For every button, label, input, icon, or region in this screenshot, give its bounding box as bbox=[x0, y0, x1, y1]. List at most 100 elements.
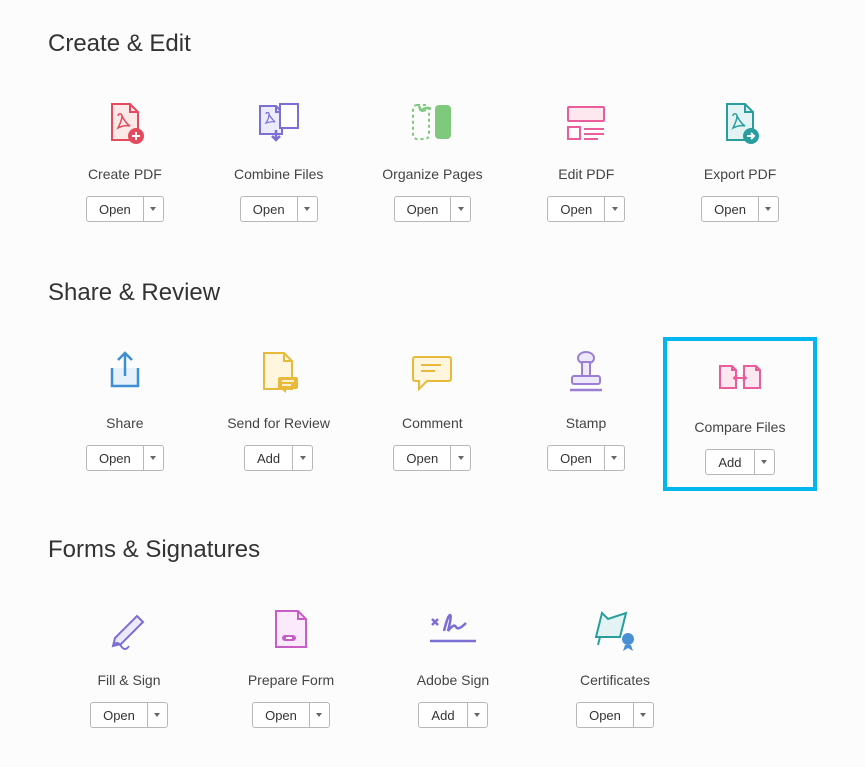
dropdown-button[interactable] bbox=[450, 197, 470, 221]
chevron-down-icon bbox=[304, 207, 310, 211]
tool-split-button: Add bbox=[418, 702, 487, 728]
dropdown-button[interactable] bbox=[450, 446, 470, 470]
dropdown-button[interactable] bbox=[143, 197, 163, 221]
tool-split-button: Open bbox=[90, 702, 168, 728]
dropdown-button[interactable] bbox=[604, 446, 624, 470]
open-button[interactable]: Open bbox=[577, 703, 633, 727]
tool-label: Fill & Sign bbox=[97, 672, 160, 688]
tool-label: Stamp bbox=[566, 415, 606, 431]
tool-split-button: Open bbox=[393, 445, 471, 471]
tool-label: Organize Pages bbox=[382, 166, 482, 182]
dropdown-button[interactable] bbox=[754, 450, 774, 474]
tool-certificates[interactable]: Certificates Open bbox=[534, 594, 696, 740]
chevron-down-icon bbox=[154, 713, 160, 717]
open-button[interactable]: Open bbox=[702, 197, 758, 221]
certificates-icon bbox=[590, 604, 640, 654]
tool-share[interactable]: Share Open bbox=[48, 337, 202, 491]
dropdown-button[interactable] bbox=[633, 703, 653, 727]
open-button[interactable]: Open bbox=[548, 197, 604, 221]
section-share-review: Share & Review Share Open bbox=[48, 279, 817, 491]
add-button[interactable]: Add bbox=[419, 703, 466, 727]
dropdown-button[interactable] bbox=[147, 703, 167, 727]
stamp-icon bbox=[561, 347, 611, 397]
chevron-down-icon bbox=[316, 713, 322, 717]
chevron-down-icon bbox=[300, 456, 306, 460]
tool-stamp[interactable]: Stamp Open bbox=[509, 337, 663, 491]
open-button[interactable]: Open bbox=[87, 446, 143, 470]
add-button[interactable]: Add bbox=[706, 450, 753, 474]
tool-combine-files[interactable]: Combine Files Open bbox=[202, 88, 356, 234]
open-button[interactable]: Open bbox=[394, 446, 450, 470]
share-icon bbox=[100, 347, 150, 397]
section-forms-signatures: Forms & Signatures Fill & Sign Open bbox=[48, 536, 817, 740]
tool-label: Edit PDF bbox=[558, 166, 614, 182]
chevron-down-icon bbox=[474, 713, 480, 717]
tool-send-for-review[interactable]: Send for Review Add bbox=[202, 337, 356, 491]
tool-split-button: Open bbox=[252, 702, 330, 728]
tool-split-button: Open bbox=[86, 445, 164, 471]
chevron-down-icon bbox=[150, 456, 156, 460]
dropdown-button[interactable] bbox=[467, 703, 487, 727]
comment-icon bbox=[407, 347, 457, 397]
section-title: Forms & Signatures bbox=[48, 536, 817, 564]
chevron-down-icon bbox=[640, 713, 646, 717]
organize-pages-icon bbox=[407, 98, 457, 148]
adobe-sign-icon bbox=[428, 604, 478, 654]
open-button[interactable]: Open bbox=[87, 197, 143, 221]
tool-label: Export PDF bbox=[704, 166, 776, 182]
tool-fill-sign[interactable]: Fill & Sign Open bbox=[48, 594, 210, 740]
tool-split-button: Open bbox=[86, 196, 164, 222]
prepare-form-icon bbox=[266, 604, 316, 654]
tool-create-pdf[interactable]: Create PDF Open bbox=[48, 88, 202, 234]
tool-split-button: Open bbox=[547, 196, 625, 222]
tool-label: Prepare Form bbox=[248, 672, 334, 688]
open-button[interactable]: Open bbox=[91, 703, 147, 727]
chevron-down-icon bbox=[458, 456, 464, 460]
dropdown-button[interactable] bbox=[309, 703, 329, 727]
tool-split-button: Open bbox=[240, 196, 318, 222]
tool-split-button: Add bbox=[705, 449, 774, 475]
tool-organize-pages[interactable]: Organize Pages Open bbox=[356, 88, 510, 234]
section-title: Share & Review bbox=[48, 279, 817, 307]
dropdown-button[interactable] bbox=[297, 197, 317, 221]
open-button[interactable]: Open bbox=[395, 197, 451, 221]
tool-prepare-form[interactable]: Prepare Form Open bbox=[210, 594, 372, 740]
compare-files-icon bbox=[715, 351, 765, 401]
tool-comment[interactable]: Comment Open bbox=[355, 337, 509, 491]
create-pdf-icon bbox=[100, 98, 150, 148]
combine-files-icon bbox=[254, 98, 304, 148]
tool-export-pdf[interactable]: Export PDF Open bbox=[663, 88, 817, 234]
tool-split-button: Open bbox=[701, 196, 779, 222]
open-button[interactable]: Open bbox=[253, 703, 309, 727]
tool-row: Share Open Send for Review Add bbox=[48, 337, 817, 491]
tool-label: Create PDF bbox=[88, 166, 162, 182]
dropdown-button[interactable] bbox=[604, 197, 624, 221]
tool-split-button: Open bbox=[394, 196, 472, 222]
tool-edit-pdf[interactable]: Edit PDF Open bbox=[509, 88, 663, 234]
dropdown-button[interactable] bbox=[292, 446, 312, 470]
chevron-down-icon bbox=[765, 207, 771, 211]
chevron-down-icon bbox=[612, 207, 618, 211]
dropdown-button[interactable] bbox=[758, 197, 778, 221]
tool-label: Send for Review bbox=[227, 415, 330, 431]
tool-split-button: Open bbox=[576, 702, 654, 728]
dropdown-button[interactable] bbox=[143, 446, 163, 470]
section-title: Create & Edit bbox=[48, 30, 817, 58]
add-button[interactable]: Add bbox=[245, 446, 292, 470]
chevron-down-icon bbox=[458, 207, 464, 211]
fill-sign-icon bbox=[104, 604, 154, 654]
tool-label: Certificates bbox=[580, 672, 650, 688]
tool-label: Comment bbox=[402, 415, 463, 431]
tool-split-button: Open bbox=[547, 445, 625, 471]
chevron-down-icon bbox=[611, 456, 617, 460]
chevron-down-icon bbox=[150, 207, 156, 211]
open-button[interactable]: Open bbox=[241, 197, 297, 221]
tool-compare-files[interactable]: Compare Files Add bbox=[663, 337, 817, 491]
tool-row: Fill & Sign Open Prepare Form Open bbox=[48, 594, 817, 740]
tool-row: Create PDF Open Combine Files Open bbox=[48, 88, 817, 234]
tool-label: Compare Files bbox=[694, 419, 785, 435]
open-button[interactable]: Open bbox=[548, 446, 604, 470]
tool-adobe-sign[interactable]: Adobe Sign Add bbox=[372, 594, 534, 740]
send-for-review-icon bbox=[254, 347, 304, 397]
tool-label: Share bbox=[106, 415, 143, 431]
